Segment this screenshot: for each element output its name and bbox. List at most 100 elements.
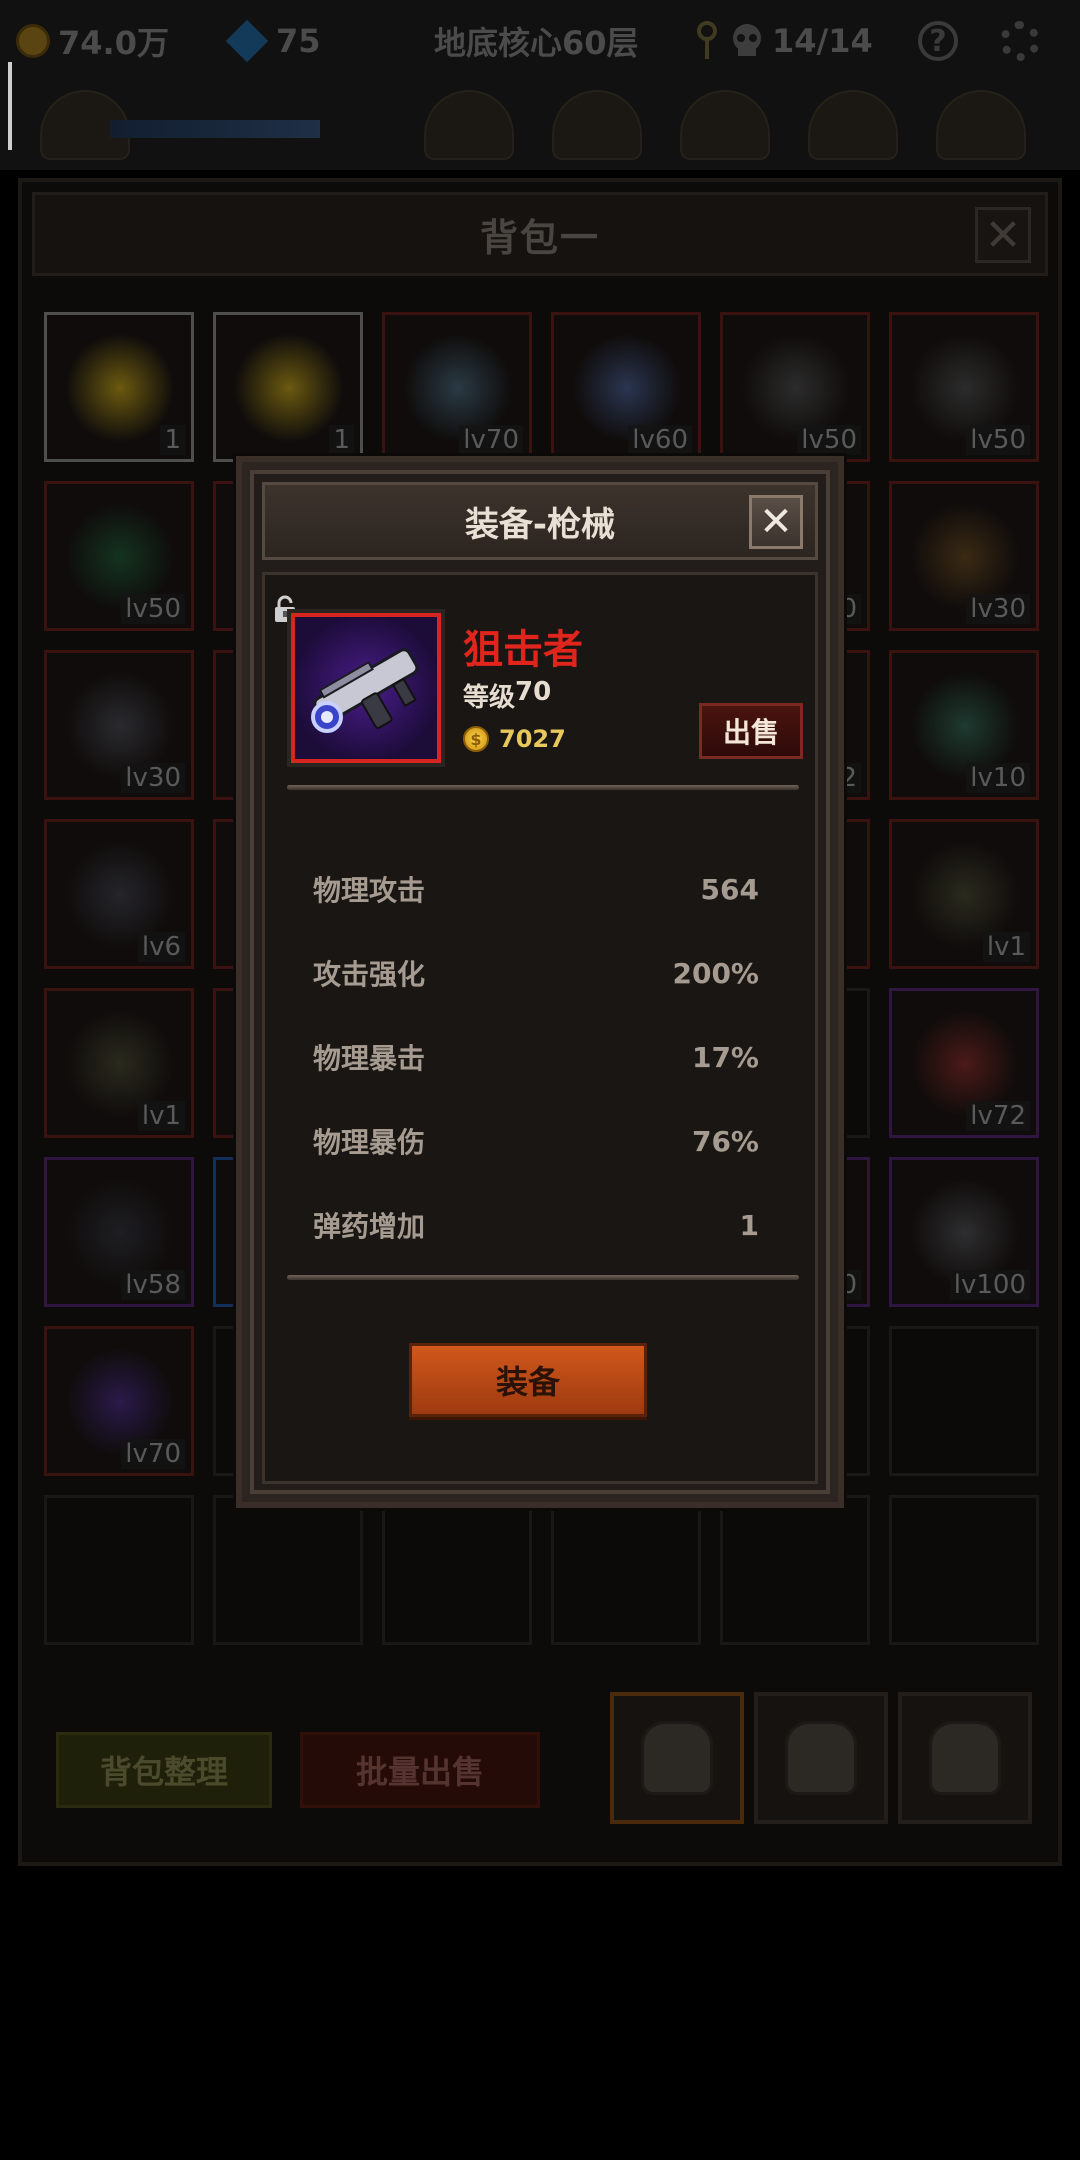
inventory-slot[interactable]: lv58 [44,1157,194,1307]
gem-counter: 75 [225,12,321,70]
stat-value: 564 [700,872,759,906]
help-button[interactable]: ? [918,12,958,70]
sell-button[interactable]: 出售 [699,703,803,759]
gear-icon [1000,21,1040,61]
item-icon-frame [291,613,441,763]
hero-portrait[interactable] [680,90,770,160]
inventory-slot[interactable]: lv50 [44,481,194,631]
inventory-slot[interactable]: lv70 [382,312,532,462]
backpack-icon [785,1721,857,1795]
stat-row: 物理暴伤 76% [313,1099,759,1183]
coin-icon: $ [463,726,489,752]
backpack-header: 背包一 ✕ [32,192,1048,276]
stat-row: 弹药增加 1 [313,1183,759,1267]
bag-tab-3[interactable] [898,1692,1032,1824]
inventory-slot[interactable]: lv30 [889,481,1039,631]
empty-slot[interactable] [889,1326,1039,1476]
gold-coin-icon [16,24,50,58]
stat-value: 1 [739,1208,759,1242]
slot-level-label: 1 [160,425,185,455]
stat-value: 17% [691,1040,759,1074]
bag-tab-1[interactable] [610,1692,744,1824]
empty-slot[interactable] [213,1495,363,1645]
popup-close-button[interactable]: ✕ [749,495,803,549]
hp-bar [110,120,320,138]
stat-value: 200% [672,956,759,990]
skull-count: 14/14 [772,22,873,60]
item-level: 等级 70 [463,677,551,714]
inventory-slot[interactable]: lv1 [44,988,194,1138]
empty-slot[interactable] [720,1495,870,1645]
gem-icon [225,19,269,63]
slot-level-label: lv58 [121,1270,185,1300]
stats-list: 物理攻击 564 攻击强化 200% 物理暴击 17% 物理暴伤 76% 弹药增加 1 [313,847,759,1267]
inventory-slot[interactable]: 1 [44,312,194,462]
backpack-icon [641,1721,713,1795]
empty-slot[interactable] [44,1495,194,1645]
bulk-sell-button[interactable]: 批量出售 [300,1732,540,1808]
item-name: 狙击者 [463,627,583,673]
top-hud: 74.0万 75 地底核心60层 14/14 ? [0,0,1080,170]
backpack-icon [929,1721,1001,1795]
item-detail-popup: 装备-枪械 ✕ 狙击者 等级 70 $ 7027 出售 物理攻击 564 攻击强… [236,456,844,1508]
hero-portrait[interactable] [552,90,642,160]
cheese-icon [234,333,344,443]
skull-icon [733,24,761,56]
gold-amount: 74.0万 [58,24,169,62]
popup-header: 装备-枪械 ✕ [262,482,818,560]
stat-label: 攻击强化 [313,958,426,991]
slot-level-label: lv30 [121,763,185,793]
inventory-slot[interactable]: lv100 [889,1157,1039,1307]
empty-slot[interactable] [889,1495,1039,1645]
inventory-slot[interactable]: lv50 [889,312,1039,462]
equip-button[interactable]: 装备 [409,1343,647,1417]
slot-level-label: lv50 [966,425,1030,455]
floor-label: 地底核心60层 [434,24,639,62]
inventory-slot[interactable]: lv30 [44,650,194,800]
slot-level-label: lv6 [137,932,185,962]
stat-row: 物理攻击 564 [313,847,759,931]
inventory-slot[interactable]: lv1 [889,819,1039,969]
popup-body: 狙击者 等级 70 $ 7027 出售 物理攻击 564 攻击强化 200% 物理暴击 1… [262,572,818,1484]
slot-level-label: 1 [329,425,354,455]
slot-level-label: lv72 [966,1101,1030,1131]
skull-counter: 14/14 [690,12,873,70]
stat-label: 弹药增加 [313,1210,426,1243]
slot-level-label: lv50 [797,425,861,455]
slot-level-label: lv70 [459,425,523,455]
stat-label: 物理攻击 [313,874,426,907]
empty-slot[interactable] [382,1495,532,1645]
sort-bag-button[interactable]: 背包整理 [56,1732,272,1808]
inventory-slot[interactable]: 1 [213,312,363,462]
item-price: $ 7027 [463,725,566,753]
hero-portrait[interactable] [424,90,514,160]
empty-slot[interactable] [551,1495,701,1645]
inventory-slot[interactable]: lv70 [44,1326,194,1476]
slot-level-label: lv1 [137,1101,185,1131]
stat-row: 攻击强化 200% [313,931,759,1015]
gem-amount: 75 [276,22,321,60]
slot-level-label: lv100 [949,1270,1030,1300]
divider [287,1275,799,1280]
settings-button[interactable] [1000,12,1040,70]
hero-portrait[interactable] [808,90,898,160]
hero-portrait[interactable] [936,90,1026,160]
slot-level-label: lv1 [982,932,1030,962]
slot-level-label: lv30 [966,594,1030,624]
inventory-slot[interactable]: lv72 [889,988,1039,1138]
bag-tab-2[interactable] [754,1692,888,1824]
stat-label: 物理暴伤 [313,1126,426,1159]
item-level-label: 等级 [463,683,516,713]
backpack-close-button[interactable]: ✕ [975,207,1031,263]
inventory-slot[interactable]: lv6 [44,819,194,969]
inventory-slot[interactable]: lv50 [720,312,870,462]
help-icon: ? [918,21,958,61]
divider [287,785,799,790]
item-price-value: 7027 [499,725,566,753]
slot-level-label: lv60 [628,425,692,455]
stat-value: 76% [691,1124,759,1158]
popup-frame: 装备-枪械 ✕ 狙击者 等级 70 $ 7027 出售 物理攻击 564 攻击强… [250,470,830,1494]
inventory-slot[interactable]: lv60 [551,312,701,462]
inventory-slot[interactable]: lv10 [889,650,1039,800]
slot-level-label: lv50 [121,594,185,624]
